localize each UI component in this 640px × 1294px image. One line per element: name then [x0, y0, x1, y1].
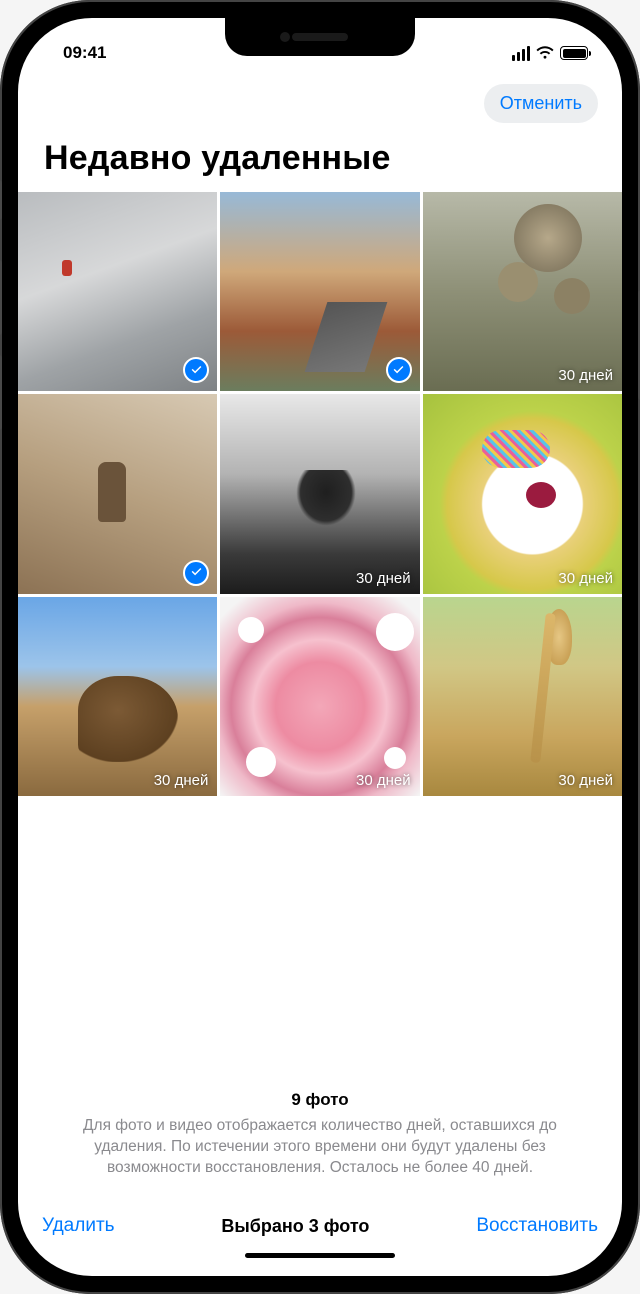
days-remaining-label: 30 дней — [558, 570, 613, 587]
photo-thumbnail[interactable] — [220, 192, 419, 391]
photo-image — [220, 394, 419, 593]
photo-thumbnail[interactable] — [18, 394, 217, 593]
cellular-signal-icon — [512, 46, 531, 61]
selection-count-label: Выбрано 3 фото — [221, 1216, 369, 1237]
photo-count-label: 9 фото — [38, 1090, 602, 1110]
photo-image — [423, 192, 622, 391]
photo-thumbnail[interactable]: 30 дней — [18, 597, 217, 796]
days-remaining-label: 30 дней — [356, 570, 411, 587]
page-title: Недавно удаленные — [18, 137, 622, 192]
photo-thumbnail[interactable]: 30 дней — [423, 597, 622, 796]
battery-icon — [560, 46, 588, 60]
days-remaining-label: 30 дней — [356, 772, 411, 789]
home-indicator[interactable] — [245, 1253, 395, 1258]
delete-button[interactable]: Удалить — [42, 1215, 115, 1237]
volume-up-button — [0, 260, 2, 335]
nav-bar: Отменить — [18, 74, 622, 137]
days-remaining-label: 30 дней — [558, 772, 613, 789]
mute-switch — [0, 180, 2, 220]
photo-image — [220, 597, 419, 796]
photo-thumbnail[interactable]: 30 дней — [423, 192, 622, 391]
photo-grid: 30 дней 30 дней 30 дней 30 дней 30 — [18, 192, 622, 796]
recover-button[interactable]: Восстановить — [476, 1215, 598, 1237]
photo-image — [18, 597, 217, 796]
phone-frame: 09:41 Отменить Недавно удаленные — [0, 0, 640, 1294]
photo-image — [423, 597, 622, 796]
photo-thumbnail[interactable] — [18, 192, 217, 391]
days-remaining-label: 30 дней — [154, 772, 209, 789]
wifi-icon — [536, 46, 554, 60]
bottom-toolbar: Удалить Выбрано 3 фото Восстановить — [38, 1209, 602, 1237]
footer: 9 фото Для фото и видео отображается кол… — [18, 1090, 622, 1276]
photo-thumbnail[interactable]: 30 дней — [220, 394, 419, 593]
selection-checkmark-icon — [183, 560, 209, 586]
days-remaining-label: 30 дней — [558, 367, 613, 384]
cancel-button[interactable]: Отменить — [484, 84, 598, 123]
photo-image — [423, 394, 622, 593]
screen: 09:41 Отменить Недавно удаленные — [18, 18, 622, 1276]
volume-down-button — [0, 355, 2, 430]
status-right — [512, 46, 589, 61]
selection-checkmark-icon — [386, 357, 412, 383]
status-time: 09:41 — [63, 43, 106, 63]
notch — [225, 18, 415, 56]
photo-thumbnail[interactable]: 30 дней — [423, 394, 622, 593]
retention-description: Для фото и видео отображается количество… — [38, 1116, 602, 1209]
photo-thumbnail[interactable]: 30 дней — [220, 597, 419, 796]
